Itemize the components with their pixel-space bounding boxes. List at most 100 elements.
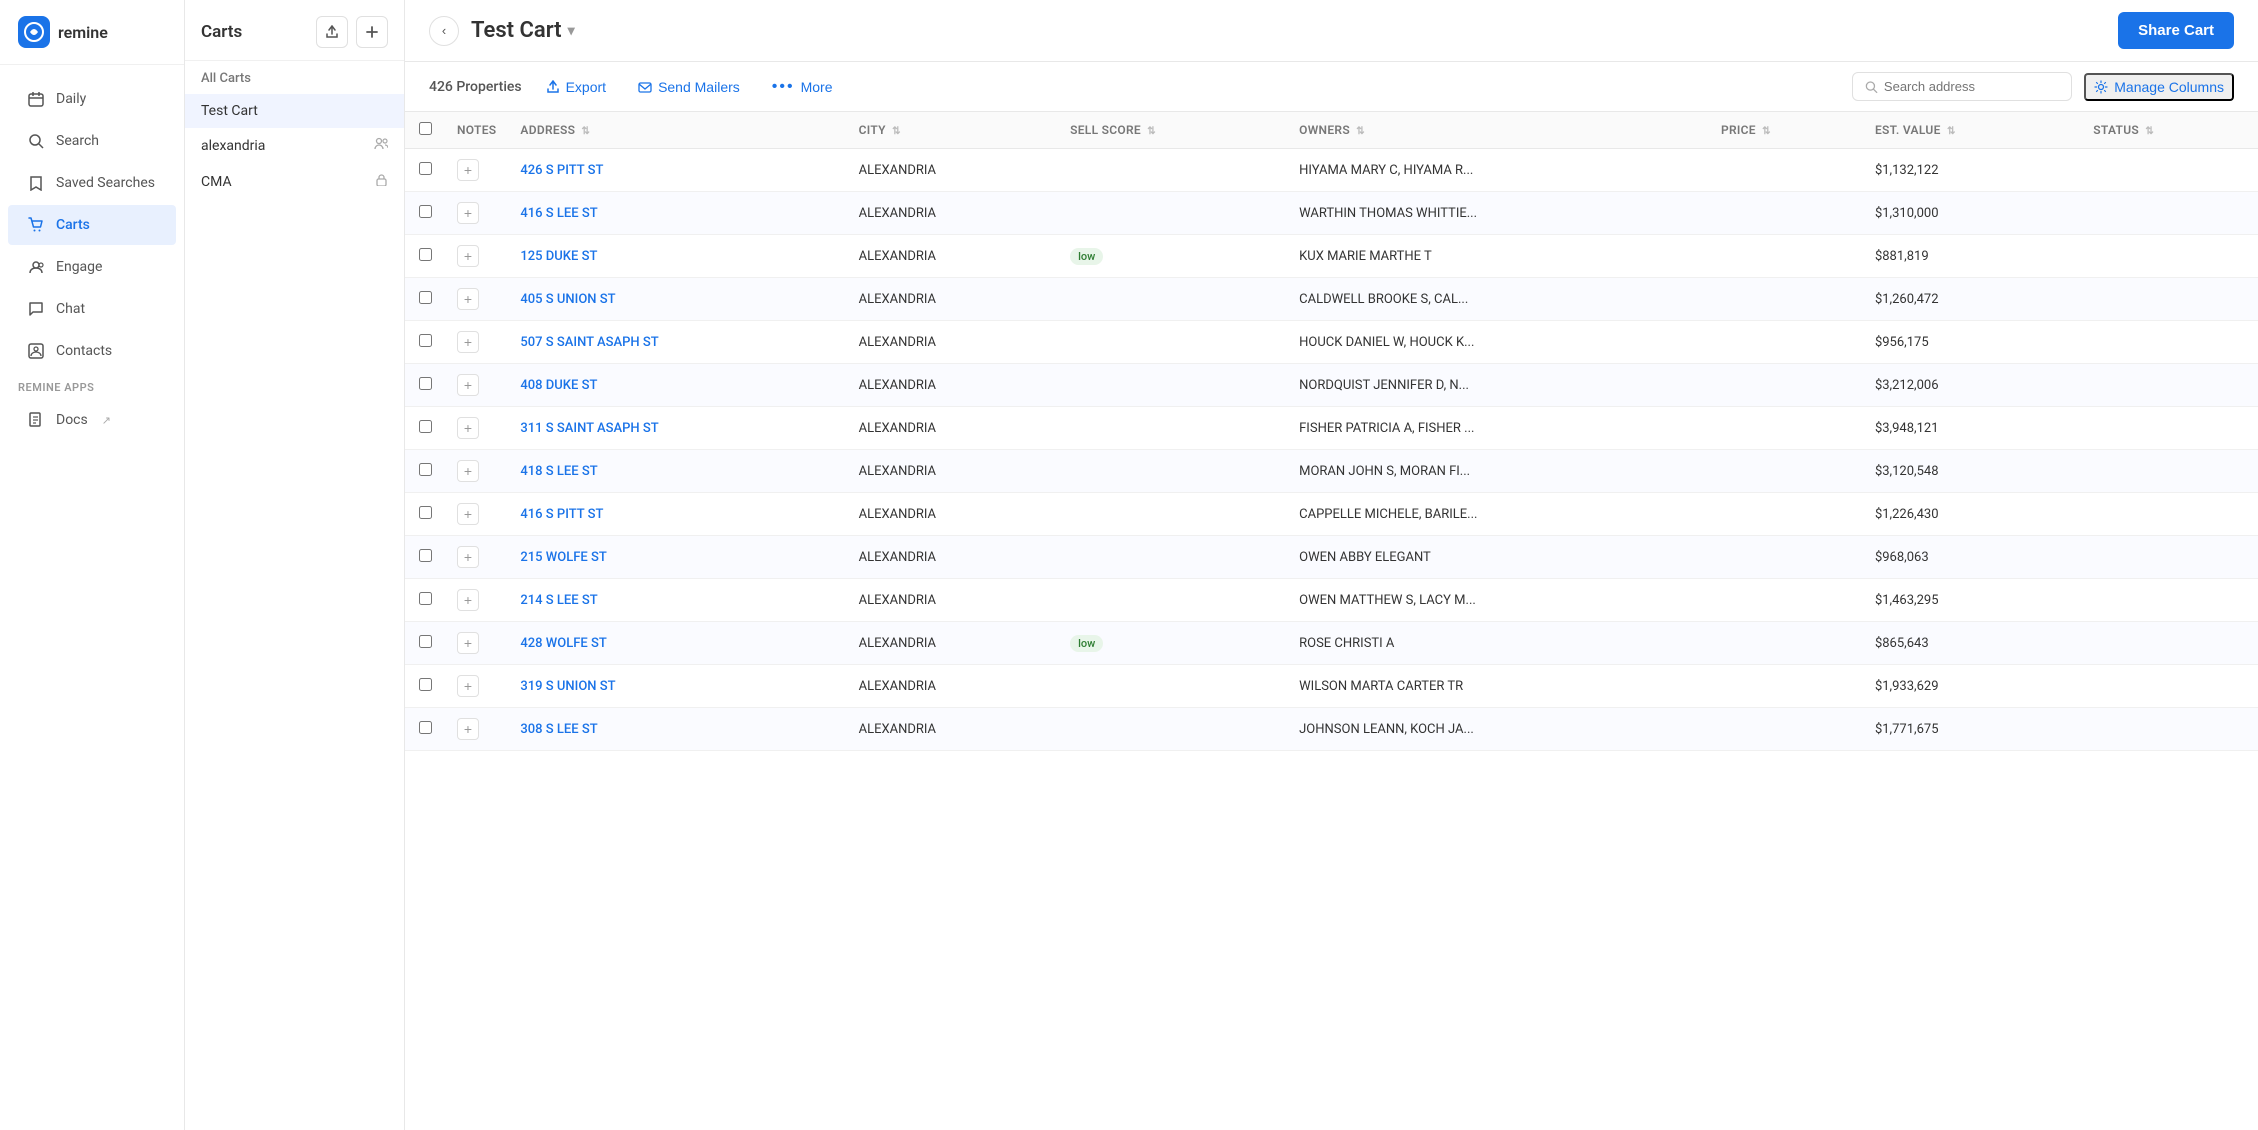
cart-item-test-cart[interactable]: Test Cart <box>185 94 404 128</box>
sidebar-item-daily[interactable]: Daily <box>8 79 176 119</box>
add-note-cell[interactable]: + <box>445 708 508 751</box>
address-cell[interactable]: 215 WOLFE ST <box>508 536 846 579</box>
add-note-cell[interactable]: + <box>445 149 508 192</box>
city-header[interactable]: CITY ⇅ <box>847 112 1059 149</box>
row-checkbox-cell[interactable] <box>405 407 445 450</box>
add-note-cell[interactable]: + <box>445 192 508 235</box>
row-checkbox-cell[interactable] <box>405 536 445 579</box>
add-note-cell[interactable]: + <box>445 579 508 622</box>
row-checkbox[interactable] <box>419 506 432 519</box>
cart-item-alexandria[interactable]: alexandria <box>185 128 404 164</box>
manage-columns-button[interactable]: Manage Columns <box>2084 73 2234 101</box>
add-note-button[interactable]: + <box>457 159 479 181</box>
address-search-input[interactable] <box>1884 79 2059 94</box>
back-button[interactable]: ‹ <box>429 16 459 46</box>
address-cell[interactable]: 416 S LEE ST <box>508 192 846 235</box>
send-mailers-button[interactable]: Send Mailers <box>630 75 748 99</box>
add-note-button[interactable]: + <box>457 374 479 396</box>
row-checkbox-cell[interactable] <box>405 278 445 321</box>
address-cell[interactable]: 426 S PITT ST <box>508 149 846 192</box>
add-note-button[interactable]: + <box>457 331 479 353</box>
address-cell[interactable]: 408 DUKE ST <box>508 364 846 407</box>
sidebar-item-chat[interactable]: Chat <box>8 289 176 329</box>
add-note-button[interactable]: + <box>457 718 479 740</box>
cart-item-cma[interactable]: CMA <box>185 164 404 199</box>
sidebar-item-engage[interactable]: Engage <box>8 247 176 287</box>
row-checkbox[interactable] <box>419 678 432 691</box>
add-note-button[interactable]: + <box>457 546 479 568</box>
add-note-button[interactable]: + <box>457 632 479 654</box>
status-header[interactable]: STATUS ⇅ <box>2081 112 2258 149</box>
add-note-button[interactable]: + <box>457 245 479 267</box>
add-note-button[interactable]: + <box>457 503 479 525</box>
add-note-cell[interactable]: + <box>445 278 508 321</box>
row-checkbox-cell[interactable] <box>405 192 445 235</box>
row-checkbox[interactable] <box>419 248 432 261</box>
more-button[interactable]: ••• More <box>764 75 841 99</box>
sell-score-header[interactable]: SELL SCORE ⇅ <box>1058 112 1287 149</box>
select-all-header[interactable] <box>405 112 445 149</box>
export-carts-button[interactable] <box>316 16 348 48</box>
sidebar-item-contacts[interactable]: Contacts <box>8 331 176 371</box>
row-checkbox-cell[interactable] <box>405 235 445 278</box>
sidebar-item-search[interactable]: Search <box>8 121 176 161</box>
add-note-button[interactable]: + <box>457 417 479 439</box>
add-note-button[interactable]: + <box>457 460 479 482</box>
row-checkbox[interactable] <box>419 635 432 648</box>
address-cell[interactable]: 308 S LEE ST <box>508 708 846 751</box>
add-note-cell[interactable]: + <box>445 450 508 493</box>
row-checkbox[interactable] <box>419 291 432 304</box>
address-cell[interactable]: 428 WOLFE ST <box>508 622 846 665</box>
address-cell[interactable]: 125 DUKE ST <box>508 235 846 278</box>
add-note-cell[interactable]: + <box>445 321 508 364</box>
row-checkbox-cell[interactable] <box>405 665 445 708</box>
address-cell[interactable]: 319 S UNION ST <box>508 665 846 708</box>
add-note-cell[interactable]: + <box>445 622 508 665</box>
row-checkbox[interactable] <box>419 205 432 218</box>
add-note-button[interactable]: + <box>457 202 479 224</box>
address-cell[interactable]: 311 S SAINT ASAPH ST <box>508 407 846 450</box>
row-checkbox-cell[interactable] <box>405 321 445 364</box>
address-cell[interactable]: 416 S PITT ST <box>508 493 846 536</box>
export-button[interactable]: Export <box>538 75 614 99</box>
row-checkbox-cell[interactable] <box>405 579 445 622</box>
chevron-down-icon[interactable]: ▾ <box>568 23 575 39</box>
row-checkbox[interactable] <box>419 162 432 175</box>
row-checkbox[interactable] <box>419 549 432 562</box>
row-checkbox[interactable] <box>419 420 432 433</box>
row-checkbox-cell[interactable] <box>405 493 445 536</box>
row-checkbox[interactable] <box>419 463 432 476</box>
address-cell[interactable]: 418 S LEE ST <box>508 450 846 493</box>
select-all-checkbox[interactable] <box>419 122 432 135</box>
owners-header[interactable]: OWNERS ⇅ <box>1287 112 1709 149</box>
row-checkbox[interactable] <box>419 721 432 734</box>
share-cart-button[interactable]: Share Cart <box>2118 12 2234 49</box>
add-note-button[interactable]: + <box>457 675 479 697</box>
price-header[interactable]: PRICE ⇅ <box>1709 112 1863 149</box>
row-checkbox[interactable] <box>419 592 432 605</box>
add-note-cell[interactable]: + <box>445 407 508 450</box>
row-checkbox-cell[interactable] <box>405 622 445 665</box>
add-note-cell[interactable]: + <box>445 665 508 708</box>
add-note-cell[interactable]: + <box>445 364 508 407</box>
add-note-button[interactable]: + <box>457 288 479 310</box>
row-checkbox[interactable] <box>419 377 432 390</box>
add-note-cell[interactable]: + <box>445 235 508 278</box>
address-cell[interactable]: 405 S UNION ST <box>508 278 846 321</box>
address-header[interactable]: ADDRESS ⇅ <box>508 112 846 149</box>
add-note-button[interactable]: + <box>457 589 479 611</box>
row-checkbox-cell[interactable] <box>405 450 445 493</box>
row-checkbox[interactable] <box>419 334 432 347</box>
row-checkbox-cell[interactable] <box>405 364 445 407</box>
row-checkbox-cell[interactable] <box>405 149 445 192</box>
est-value-header[interactable]: EST. VALUE ⇅ <box>1863 112 2081 149</box>
address-cell[interactable]: 214 S LEE ST <box>508 579 846 622</box>
sidebar-item-docs[interactable]: Docs ↗ <box>8 400 176 440</box>
sidebar-item-carts[interactable]: Carts <box>8 205 176 245</box>
add-note-cell[interactable]: + <box>445 493 508 536</box>
address-cell[interactable]: 507 S SAINT ASAPH ST <box>508 321 846 364</box>
row-checkbox-cell[interactable] <box>405 708 445 751</box>
add-cart-button[interactable] <box>356 16 388 48</box>
add-note-cell[interactable]: + <box>445 536 508 579</box>
sidebar-item-saved-searches[interactable]: Saved Searches <box>8 163 176 203</box>
